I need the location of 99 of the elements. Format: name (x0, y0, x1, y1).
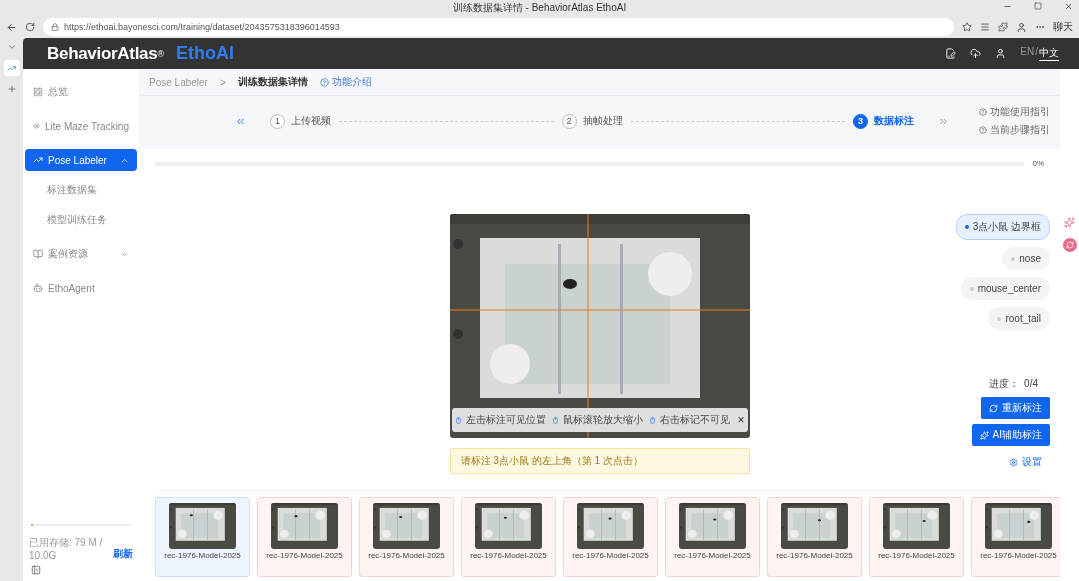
instruction-banner: 请标注 3点小鼠 的左上角（第 1 次点击） (449, 448, 750, 474)
profile-icon[interactable] (1016, 21, 1027, 33)
action-button[interactable]: AI辅助标注 (971, 424, 1050, 446)
user-icon[interactable] (995, 48, 1007, 59)
sidebar-item[interactable]: 总览 (25, 81, 137, 103)
keypoint-chip[interactable]: mouse_center (960, 277, 1050, 300)
separator: / (1035, 46, 1038, 59)
sidebar-item[interactable]: Pose Labeler (25, 149, 137, 171)
hint-text: 左击标注可见位置 (465, 413, 546, 427)
step-number: 1 (270, 113, 285, 129)
mouse-icon (551, 415, 559, 425)
action-button[interactable]: 重新标注 (981, 397, 1050, 419)
product-logo: EthoAI (176, 43, 235, 64)
sidebar-label: Lite Maze Tracking (45, 120, 129, 132)
address-field[interactable]: https://ethoai.bayonesci.com/training/dataset/2043575318396014593 (43, 18, 954, 36)
sidebar-item[interactable]: EthoAgent (25, 277, 137, 299)
puzzle-icon[interactable] (998, 22, 1008, 32)
brand-logo: BehaviorAtlas (47, 43, 158, 64)
sidebar-item[interactable]: Lite Maze Tracking (25, 115, 137, 137)
frame-thumbnail[interactable]: rec-1976-Model-2025 (869, 497, 964, 577)
chart-line-icon (33, 155, 43, 165)
chart-line-icon (7, 63, 16, 73)
frame-label: rec-1976-Model-2025 (266, 551, 343, 560)
robot-icon (33, 283, 43, 293)
keypoint-chip[interactable]: nose (1002, 247, 1050, 270)
guide-link[interactable]: 当前步骤指引 (979, 123, 1050, 137)
refresh-link[interactable]: 刷新 (113, 547, 133, 561)
edit-icon[interactable] (945, 48, 957, 59)
star-icon[interactable] (962, 22, 972, 32)
settings-link[interactable]: 设置 (1001, 451, 1050, 473)
step[interactable]: 1 上传视频 (270, 113, 331, 129)
chevron-down-icon[interactable] (6, 42, 17, 52)
frame-label: rec-1976-Model-2025 (164, 551, 241, 560)
back-icon[interactable] (6, 21, 17, 33)
guide-link[interactable]: 功能使用指引 (979, 105, 1050, 119)
sparkle-icon (979, 430, 989, 440)
grid-icon (33, 87, 43, 97)
keypoint-chip[interactable]: root_tail (988, 307, 1050, 330)
breadcrumb-separator: > (219, 76, 226, 88)
storage-label: 已用存储: 79 M / 10.0G (29, 536, 104, 561)
reader-icon[interactable] (980, 22, 990, 32)
keypoint-chip[interactable]: 3点小鼠 边界框 (955, 214, 1050, 240)
frame-label: rec-1976-Model-2025 (674, 551, 751, 560)
help-link[interactable]: 功能介绍 (319, 75, 372, 89)
add-icon[interactable] (6, 84, 17, 94)
frame-label: rec-1976-Model-2025 (572, 551, 649, 560)
frame-thumbnail[interactable]: rec-1976-Model-2025 (359, 497, 454, 577)
hint-text: 右击标记不可见 (659, 413, 730, 427)
collapse-icon[interactable] (31, 565, 41, 575)
progress-text: 进度： 0/4 (988, 377, 1038, 391)
frame-thumbnail[interactable]: rec-1976-Model-2025 (563, 497, 658, 577)
help-icon (319, 77, 329, 87)
close-icon[interactable] (1064, 2, 1073, 11)
reload-icon[interactable] (25, 22, 35, 32)
frame-thumbnail[interactable]: rec-1976-Model-2025 (257, 497, 352, 577)
sidebar-label: EthoAgent (48, 282, 95, 294)
step-number: 2 (561, 113, 577, 129)
frame-label: rec-1976-Model-2025 (470, 551, 547, 560)
sparkle-icon[interactable] (1064, 217, 1075, 228)
frame-label: rec-1976-Model-2025 (980, 551, 1057, 560)
frame-thumbnail[interactable]: rec-1976-Model-2025 (461, 497, 556, 577)
frame-thumbnail[interactable]: rec-1976-Model-2025 (971, 497, 1060, 577)
sidebar-subitem[interactable]: 标注数据集 (25, 179, 137, 203)
frame-thumbnail[interactable]: rec-1976-Model-2025 (155, 497, 250, 577)
frame-label: rec-1976-Model-2025 (776, 551, 853, 560)
sidebar-label: 案例资源 (48, 247, 88, 261)
app-tab[interactable] (3, 60, 20, 76)
sidebar-item[interactable]: 案例资源 (25, 243, 137, 265)
frame-thumbnail[interactable]: rec-1976-Model-2025 (767, 497, 862, 577)
frame-label: rec-1976-Model-2025 (368, 551, 445, 560)
breadcrumb-item: 训练数据集详情 (237, 75, 308, 89)
settings-icon (1009, 457, 1018, 467)
maximize-icon[interactable] (1034, 2, 1042, 10)
mouse-icon (454, 415, 462, 425)
help-icon (979, 108, 987, 116)
step[interactable]: 3 数据标注 (853, 113, 914, 129)
tab-title: 训练数据集详情 - BehaviorAtlas EthoAI (452, 1, 627, 15)
mouse-icon (648, 415, 656, 425)
assistant-icon[interactable] (1062, 238, 1077, 252)
language-option[interactable]: 中文 (1039, 46, 1059, 61)
cloud-upload-icon[interactable] (970, 48, 982, 59)
step-number: 3 (853, 113, 868, 129)
frame-label: rec-1976-Model-2025 (878, 551, 955, 560)
language-option[interactable]: EN (1020, 46, 1035, 61)
lock-icon (51, 23, 59, 31)
sidebar-label: Pose Labeler (48, 154, 107, 166)
step[interactable]: 2 抽帧处理 (561, 113, 623, 129)
progress-reading: 0% (1032, 159, 1044, 168)
refresh-icon (989, 403, 998, 413)
book-icon (33, 249, 43, 259)
chat-button[interactable]: 聊天 (1053, 20, 1073, 34)
eye-icon (33, 121, 41, 131)
help-icon (979, 126, 987, 134)
close-button[interactable]: × (737, 413, 745, 427)
hint-text: 鼠标滚轮放大缩小 (562, 413, 643, 427)
sidebar-label: 总览 (48, 85, 68, 99)
frame-thumbnail[interactable]: rec-1976-Model-2025 (665, 497, 760, 577)
registered-mark: ® (157, 48, 165, 59)
sidebar-subitem[interactable]: 模型训练任务 (25, 209, 137, 233)
